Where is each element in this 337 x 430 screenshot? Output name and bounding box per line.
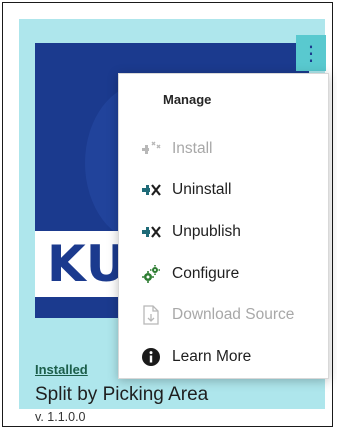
app-title: Split by Picking Area (35, 384, 209, 405)
menu-item-label: Learn More (172, 348, 252, 365)
menu-item-unpublish[interactable]: Unpublish (119, 213, 328, 251)
menu-item-configure[interactable]: Configure (119, 255, 328, 293)
manage-menu: Manage Install Uninstall Unpublish Confi… (118, 73, 329, 379)
menu-item-download-source[interactable]: Download Source (119, 296, 328, 334)
install-icon (140, 140, 162, 158)
menu-item-label: Configure (172, 265, 240, 282)
menu-item-label: Uninstall (172, 181, 232, 198)
menu-item-label: Install (172, 140, 213, 157)
logo-text: KU (47, 235, 128, 293)
menu-item-uninstall[interactable]: Uninstall (119, 171, 328, 209)
status-link-installed[interactable]: Installed (35, 362, 88, 377)
menu-header: Manage (163, 92, 212, 107)
menu-item-label: Unpublish (172, 223, 241, 240)
menu-item-learn-more[interactable]: Learn More (119, 338, 328, 376)
app-card-frame: KU ⋮ Installed Split by Picking Area v. … (2, 2, 333, 427)
menu-item-install[interactable]: Install (119, 130, 328, 168)
unpublish-icon (140, 224, 162, 240)
menu-item-label: Download Source (172, 306, 295, 323)
app-version: v. 1.1.0.0 (35, 410, 86, 424)
configure-icon (140, 264, 162, 284)
uninstall-icon (140, 182, 162, 198)
more-options-icon: ⋮ (301, 42, 321, 65)
info-icon (140, 347, 162, 367)
download-source-icon (140, 305, 162, 325)
more-options-button[interactable]: ⋮ (296, 35, 326, 71)
